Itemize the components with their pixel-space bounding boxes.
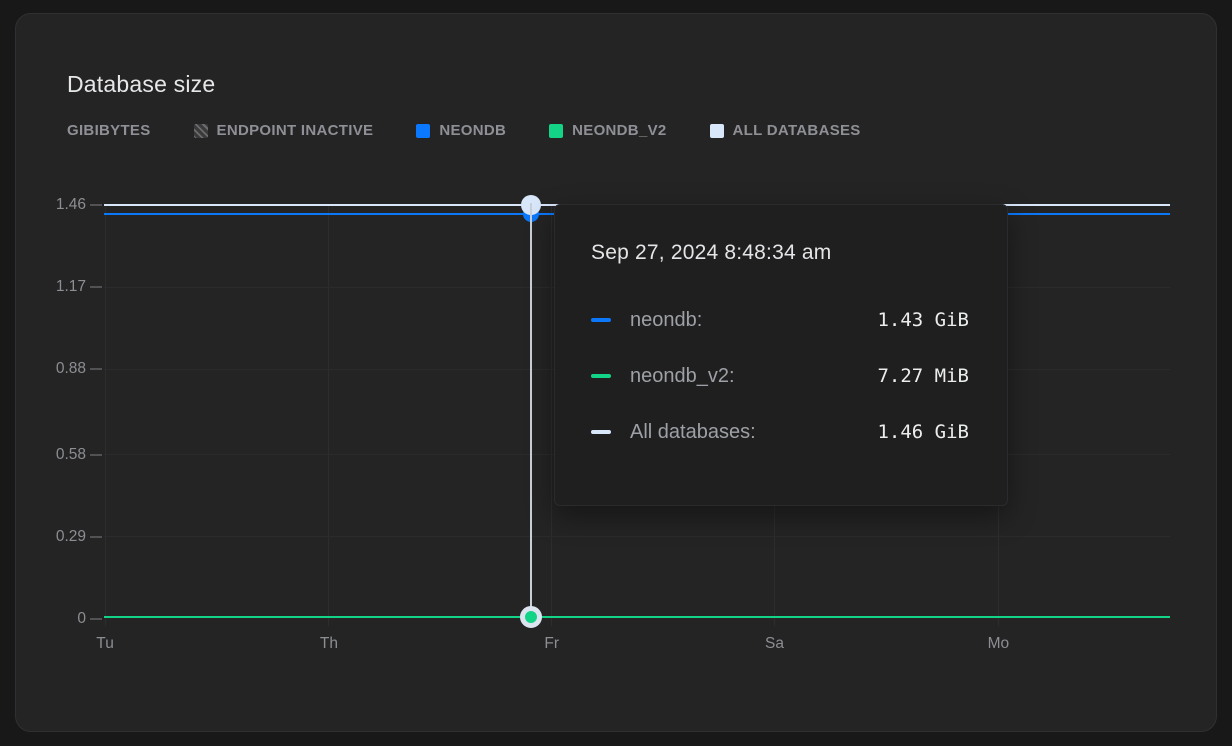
series-dash-icon bbox=[591, 318, 611, 322]
legend-item-label: ENDPOINT INACTIVE bbox=[217, 122, 374, 139]
y-axis-label-0.58: 0.58 bbox=[16, 446, 86, 464]
y-axis-tick bbox=[90, 454, 102, 456]
y-axis-label-1.46: 1.46 bbox=[16, 196, 86, 214]
legend-unit-label: GIBIBYTES bbox=[67, 122, 151, 139]
series-line-neondb_v2[interactable] bbox=[104, 616, 1170, 618]
series-swatch-icon bbox=[416, 124, 430, 138]
hatched-swatch-icon bbox=[194, 124, 208, 138]
cursor-crosshair-line bbox=[530, 203, 532, 620]
legend-unit-text: GIBIBYTES bbox=[67, 122, 151, 139]
series-swatch-icon bbox=[549, 124, 563, 138]
x-axis-label-th: Th bbox=[320, 635, 338, 653]
tooltip-row-label: neondb_v2: bbox=[630, 365, 735, 388]
x-gridline-tu bbox=[105, 205, 106, 626]
x-gridline-th bbox=[328, 205, 329, 626]
tooltip-row-value: 7.27 MiB bbox=[877, 365, 969, 387]
y-axis-tick bbox=[90, 536, 102, 538]
x-axis-label-mo: Mo bbox=[988, 635, 1010, 653]
x-axis-label-tu: Tu bbox=[96, 635, 114, 653]
x-axis-label-sa: Sa bbox=[765, 635, 784, 653]
tooltip-row-label: All databases: bbox=[630, 421, 756, 444]
legend-item-neondb: NEONDB bbox=[416, 122, 506, 139]
legend-item-endpoint-inactive: ENDPOINT INACTIVE bbox=[194, 122, 374, 139]
legend-item-label: ALL DATABASES bbox=[733, 122, 861, 139]
y-axis-label-0: 0 bbox=[16, 610, 86, 628]
tooltip-row-value: 1.43 GiB bbox=[877, 309, 969, 331]
series-dash-icon bbox=[591, 374, 611, 378]
tooltip-row-value: 1.46 GiB bbox=[877, 421, 969, 443]
legend-item-all-databases: ALL DATABASES bbox=[710, 122, 861, 139]
y-gridline-0.29 bbox=[104, 536, 1170, 537]
y-axis-tick bbox=[90, 618, 102, 620]
series-dash-icon bbox=[591, 430, 611, 434]
tooltip-row-neondb: neondb: 1.43 GiB bbox=[591, 306, 969, 334]
y-axis-tick bbox=[90, 368, 102, 370]
legend-item-label: NEONDB_V2 bbox=[572, 122, 666, 139]
y-axis-label-0.29: 0.29 bbox=[16, 528, 86, 546]
y-axis-tick bbox=[90, 286, 102, 288]
tooltip-row-neondb_v2: neondb_v2: 7.27 MiB bbox=[591, 362, 969, 390]
tooltip-rows: neondb: 1.43 GiB neondb_v2: 7.27 MiB All dat… bbox=[591, 306, 969, 446]
page-title: Database size bbox=[67, 71, 215, 98]
y-axis-label-1.17: 1.17 bbox=[16, 278, 86, 296]
y-axis-tick bbox=[90, 204, 102, 206]
database-size-card: Database size GIBIBYTES ENDPOINT INACTIV… bbox=[15, 13, 1217, 732]
chart-tooltip: Sep 27, 2024 8:48:34 am neondb:1.43 GiBn… bbox=[554, 204, 1008, 506]
tooltip-timestamp: Sep 27, 2024 8:48:34 am bbox=[591, 241, 969, 265]
legend-item-neondb-v2: NEONDB_V2 bbox=[549, 122, 666, 139]
y-axis-label-0.88: 0.88 bbox=[16, 360, 86, 378]
series-swatch-icon bbox=[710, 124, 724, 138]
legend-item-label: NEONDB bbox=[439, 122, 506, 139]
tooltip-row-label: neondb: bbox=[630, 309, 702, 332]
cursor-point-neondb-v2 bbox=[520, 606, 542, 628]
chart-legend: GIBIBYTES ENDPOINT INACTIVE NEONDB NEONDB_… bbox=[67, 122, 861, 139]
tooltip-row-all_databases: All databases: 1.46 GiB bbox=[591, 418, 969, 446]
x-axis-label-fr: Fr bbox=[544, 635, 559, 653]
x-gridline-fr bbox=[551, 205, 552, 626]
